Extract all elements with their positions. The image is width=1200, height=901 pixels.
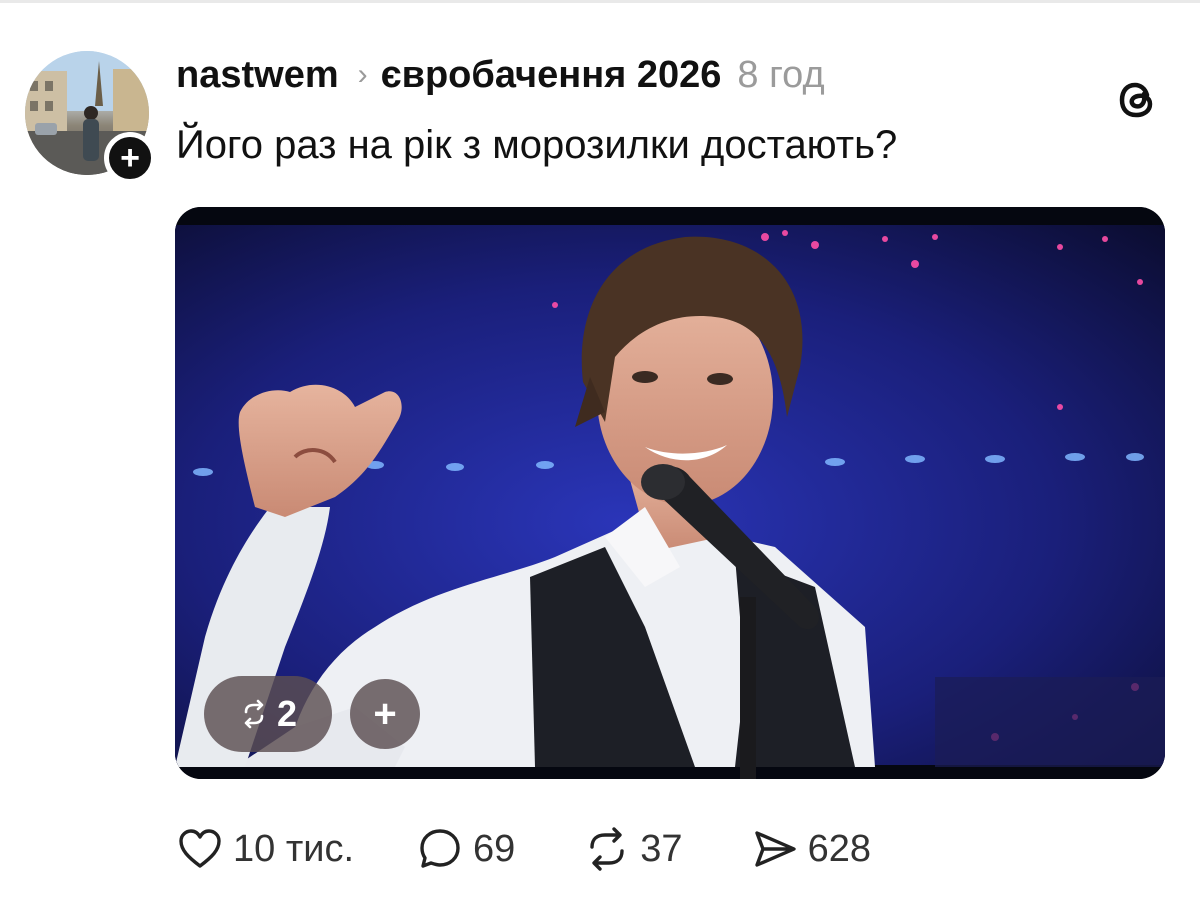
media-add-button[interactable]: + bbox=[350, 679, 420, 749]
threads-logo-icon bbox=[1119, 82, 1153, 118]
media-repost-count: 2 bbox=[276, 693, 298, 734]
post-header: nastwem › євробачення 2026 8 год bbox=[176, 50, 825, 100]
share-button[interactable]: 628 bbox=[751, 825, 871, 873]
like-count: 10 тис. bbox=[233, 827, 355, 870]
speech-bubble-icon bbox=[420, 829, 460, 868]
media-repost-badge[interactable]: 2 bbox=[204, 676, 332, 752]
post-text: Його раз на рік з морозилки достають? bbox=[176, 123, 898, 167]
plus-icon: + bbox=[373, 692, 397, 736]
repost-count: 37 bbox=[640, 827, 683, 870]
share-count: 628 bbox=[807, 827, 871, 870]
heart-icon bbox=[179, 829, 221, 868]
paper-plane-icon bbox=[754, 831, 796, 867]
repost-button[interactable]: 37 bbox=[583, 825, 683, 873]
plus-icon: + bbox=[120, 139, 140, 177]
follow-button[interactable]: + bbox=[104, 132, 156, 184]
action-bar: 10 тис. 69 37 628 bbox=[176, 822, 871, 876]
reply-button[interactable]: 69 bbox=[416, 825, 515, 873]
reply-count: 69 bbox=[473, 827, 516, 870]
repost-arrows-icon bbox=[590, 827, 624, 871]
username-link[interactable]: nastwem bbox=[176, 56, 339, 94]
topic-link[interactable]: євробачення 2026 bbox=[381, 56, 722, 94]
repost-arrows-icon bbox=[244, 699, 264, 729]
like-button[interactable]: 10 тис. bbox=[176, 825, 354, 873]
top-divider bbox=[0, 0, 1200, 3]
chevron-right-icon: › bbox=[357, 58, 368, 91]
post-timestamp: 8 год bbox=[737, 54, 825, 96]
post-image[interactable]: 2 + bbox=[175, 207, 1165, 779]
